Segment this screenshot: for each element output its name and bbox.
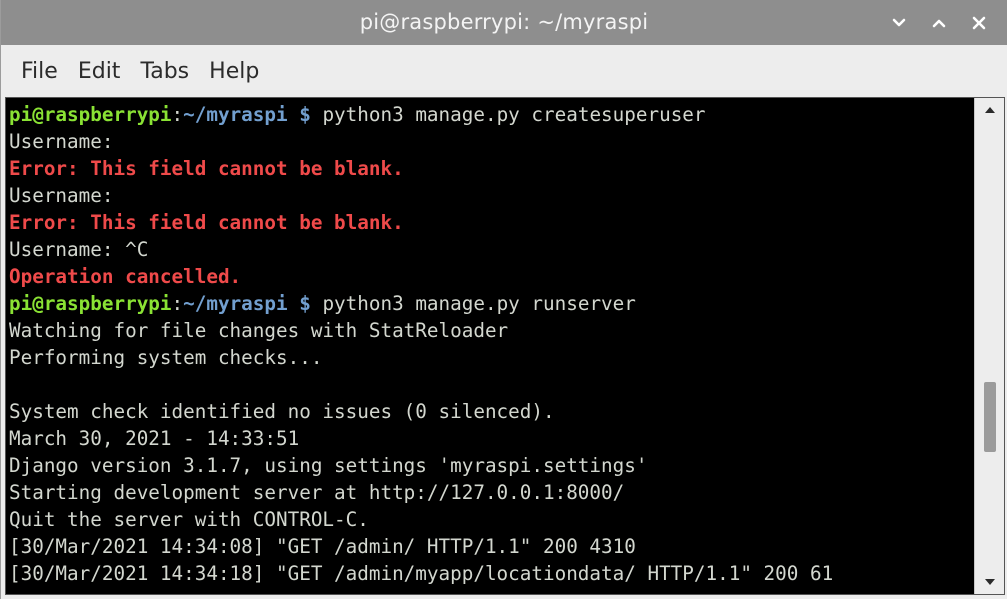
terminal-text-segment: pi@raspberrypi [9, 292, 172, 315]
terminal-text-segment: March 30, 2021 - 14:33:51 [9, 427, 300, 450]
terminal-text-segment: Error: This field cannot be blank. [9, 157, 404, 180]
terminal-line: Performing system checks... [9, 344, 974, 371]
terminal-text-segment: : [171, 292, 184, 315]
scroll-down-button[interactable] [975, 570, 1005, 594]
terminal-text-segment: Performing system checks... [9, 346, 323, 369]
terminal-text-segment: pi@raspberrypi [9, 103, 172, 126]
terminal-text-segment: [30/Mar/2021 14:34:18] "GET /admin/myapp… [9, 562, 834, 585]
terminal-text-segment: [30/Mar/2021 14:34:08] "GET /admin/ HTTP… [9, 535, 636, 558]
terminal-line: Django version 3.1.7, using settings 'my… [9, 452, 974, 479]
terminal-text-segment: ~/myraspi $ [183, 103, 311, 126]
terminal-frame: pi@raspberrypi:~/myraspi $ python3 manag… [5, 97, 1005, 595]
close-button[interactable] [963, 7, 995, 39]
terminal-text-segment: Quit the server with CONTROL-C. [9, 508, 369, 531]
terminal-line: Quit the server with CONTROL-C. [9, 506, 974, 533]
terminal-line: [30/Mar/2021 14:34:08] "GET /admin/ HTTP… [9, 533, 974, 560]
window-controls [883, 0, 995, 45]
terminal-text-segment: Django version 3.1.7, using settings 'my… [9, 454, 648, 477]
window-title: pi@raspberrypi: ~/myraspi [359, 10, 649, 34]
vertical-scrollbar[interactable] [974, 98, 1004, 594]
terminal-text-segment: Username: [9, 130, 114, 153]
terminal-line: pi@raspberrypi:~/myraspi $ python3 manag… [9, 290, 974, 317]
terminal-output[interactable]: pi@raspberrypi:~/myraspi $ python3 manag… [9, 101, 974, 591]
terminal-line: [30/Mar/2021 14:34:18] "GET /admin/myapp… [9, 560, 974, 587]
terminal-text-segment: Operation cancelled. [9, 265, 242, 288]
terminal-line: March 30, 2021 - 14:33:51 [9, 425, 974, 452]
terminal-text-segment: Watching for file changes with StatReloa… [9, 319, 509, 342]
menu-help[interactable]: Help [201, 53, 267, 90]
menu-edit[interactable]: Edit [70, 53, 129, 90]
menu-file[interactable]: File [13, 53, 66, 90]
terminal-line: System check identified no issues (0 sil… [9, 398, 974, 425]
terminal-text-segment: Username: [9, 184, 114, 207]
terminal-line: Username: [9, 182, 974, 209]
terminal-text-segment: Username: ^C [9, 238, 149, 261]
terminal-line: Watching for file changes with StatReloa… [9, 317, 974, 344]
terminal-line: pi@raspberrypi:~/myraspi $ python3 manag… [9, 101, 974, 128]
maximize-button[interactable] [923, 7, 955, 39]
close-icon [972, 16, 986, 29]
terminal-line: Starting development server at http://12… [9, 479, 974, 506]
terminal-text-segment: System check identified no issues (0 sil… [9, 400, 555, 423]
terminal-text-segment: python3 manage.py runserver [310, 292, 636, 315]
terminal-line: Error: This field cannot be blank. [9, 155, 974, 182]
scroll-up-button[interactable] [975, 98, 1005, 122]
chevron-up-icon [932, 19, 946, 27]
terminal-text-segment: ~/myraspi $ [183, 292, 311, 315]
terminal-line: Error: This field cannot be blank. [9, 209, 974, 236]
terminal-window: pi@raspberrypi: ~/myraspi File Edit Tabs… [0, 0, 1007, 599]
menu-tabs[interactable]: Tabs [132, 53, 197, 90]
title-bar[interactable]: pi@raspberrypi: ~/myraspi [1, 0, 1007, 45]
terminal-line: Username: ^C [9, 236, 974, 263]
terminal-line: Username: [9, 128, 974, 155]
terminal-text-segment: Starting development server at http://12… [9, 481, 625, 504]
chevron-down-icon [892, 18, 906, 26]
terminal-text-segment: python3 manage.py createsuperuser [310, 103, 706, 126]
terminal-line: Operation cancelled. [9, 263, 974, 290]
menu-bar: File Edit Tabs Help [1, 45, 1007, 97]
scroll-thumb[interactable] [984, 382, 996, 452]
terminal-text-segment: : [171, 103, 184, 126]
minimize-button[interactable] [883, 7, 915, 39]
triangle-up-icon [985, 107, 995, 113]
triangle-down-icon [985, 579, 995, 585]
terminal-text-segment: Error: This field cannot be blank. [9, 211, 404, 234]
